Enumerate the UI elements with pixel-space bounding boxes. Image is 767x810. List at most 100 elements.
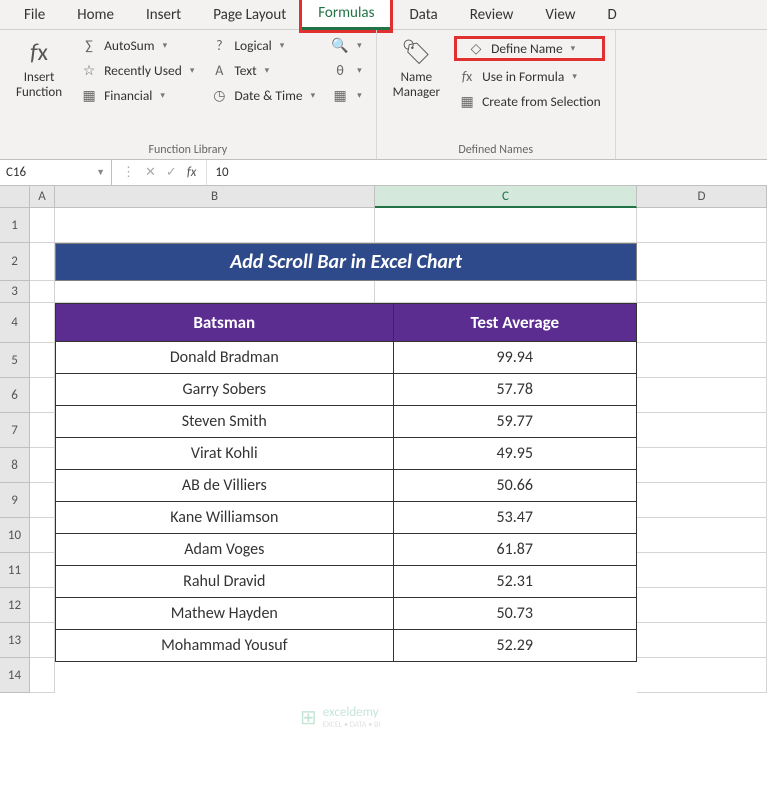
tab-page-layout[interactable]: Page Layout <box>197 1 302 29</box>
insert-function-label: Insert Function <box>16 71 62 101</box>
tab-file[interactable]: File <box>8 1 61 29</box>
cell[interactable] <box>30 413 55 448</box>
tab-view[interactable]: View <box>529 1 591 29</box>
cell[interactable] <box>30 281 55 303</box>
name-box[interactable]: C16 ▼ <box>0 160 112 185</box>
text-button[interactable]: AText▾ <box>206 61 319 80</box>
recently-used-button[interactable]: ☆Recently Used▾ <box>76 61 198 80</box>
cell[interactable] <box>375 281 637 303</box>
create-from-selection-button[interactable]: ▦Create from Selection <box>454 92 605 111</box>
define-name-button[interactable]: ◇Define Name▾ <box>463 39 596 58</box>
math-button[interactable]: θ▾ <box>327 61 366 80</box>
cell[interactable] <box>30 448 55 483</box>
more-functions-button[interactable]: ▦▾ <box>327 86 366 105</box>
table-row[interactable]: Garry Sobers57.78 <box>56 374 637 406</box>
table-row[interactable]: Donald Bradman99.94 <box>56 342 637 374</box>
col-header-a[interactable]: A <box>30 186 55 208</box>
table-row[interactable]: Steven Smith59.77 <box>56 406 637 438</box>
row-header[interactable]: 2 <box>0 243 30 281</box>
cell[interactable] <box>637 588 767 623</box>
cell[interactable] <box>375 208 637 243</box>
table-row[interactable]: Mathew Hayden50.73 <box>56 598 637 630</box>
tab-insert[interactable]: Insert <box>130 1 197 29</box>
col-batsman[interactable]: Batsman <box>56 304 394 342</box>
table-row[interactable]: AB de Villiers50.66 <box>56 470 637 502</box>
cell[interactable] <box>55 281 375 303</box>
cell[interactable] <box>637 518 767 553</box>
cell[interactable] <box>30 658 55 693</box>
col-test-average[interactable]: Test Average <box>393 304 636 342</box>
use-in-formula-button[interactable]: fxUse in Formula▾ <box>454 67 605 86</box>
row-header[interactable]: 5 <box>0 343 30 378</box>
autosum-button[interactable]: ∑AutoSum▾ <box>76 36 198 55</box>
chevron-down-icon: ▾ <box>357 40 362 51</box>
row-header[interactable]: 6 <box>0 378 30 413</box>
row-header[interactable]: 9 <box>0 483 30 518</box>
logical-button[interactable]: ?Logical▾ <box>206 36 319 55</box>
cell[interactable] <box>637 553 767 588</box>
tab-data[interactable]: Data <box>393 1 453 29</box>
row-header[interactable]: 3 <box>0 281 30 303</box>
col-header-d[interactable]: D <box>637 186 767 208</box>
row-header[interactable]: 12 <box>0 588 30 623</box>
row-header[interactable]: 13 <box>0 623 30 658</box>
col-header-b[interactable]: B <box>55 186 375 208</box>
col-header-c[interactable]: C <box>375 186 637 208</box>
tab-review[interactable]: Review <box>454 1 530 29</box>
accept-icon[interactable]: ✓ <box>166 165 177 180</box>
worksheet-grid[interactable]: A B C D 1 2 Add Scroll Bar in Excel Char… <box>0 186 767 693</box>
cell[interactable] <box>637 378 767 413</box>
cell[interactable] <box>637 208 767 243</box>
tab-d[interactable]: D <box>591 1 632 29</box>
cell[interactable] <box>637 448 767 483</box>
cell[interactable] <box>30 553 55 588</box>
cell[interactable] <box>637 303 767 343</box>
row-header[interactable]: 4 <box>0 303 30 343</box>
row-header[interactable]: 7 <box>0 413 30 448</box>
cell[interactable] <box>30 208 55 243</box>
date-time-button[interactable]: ◷Date & Time▾ <box>206 86 319 105</box>
insert-function-button[interactable]: fx Insert Function <box>10 36 68 103</box>
cell[interactable] <box>637 623 767 658</box>
name-box-value: C16 <box>6 165 26 180</box>
row-header[interactable]: 11 <box>0 553 30 588</box>
cell[interactable] <box>30 483 55 518</box>
row-header[interactable]: 10 <box>0 518 30 553</box>
cell[interactable] <box>55 208 375 243</box>
tab-home[interactable]: Home <box>61 1 130 29</box>
table-row[interactable]: Mohammad Yousuf52.29 <box>56 630 637 662</box>
cell-name: AB de Villiers <box>56 470 394 502</box>
cancel-icon[interactable]: ✕ <box>145 165 156 180</box>
cell[interactable] <box>30 623 55 658</box>
table-row[interactable]: Virat Kohli49.95 <box>56 438 637 470</box>
select-all-corner[interactable] <box>0 186 30 208</box>
cell[interactable] <box>30 588 55 623</box>
row-header[interactable]: 1 <box>0 208 30 243</box>
dots-icon: ⋮ <box>122 165 135 180</box>
cell[interactable] <box>637 483 767 518</box>
cell[interactable] <box>637 243 767 281</box>
fx-icon[interactable]: fx <box>187 165 197 180</box>
table-row[interactable]: Rahul Dravid52.31 <box>56 566 637 598</box>
financial-button[interactable]: ▦Financial▾ <box>76 86 198 105</box>
cell[interactable] <box>30 243 55 281</box>
cell[interactable] <box>637 281 767 303</box>
formula-input[interactable]: 10 <box>206 160 767 185</box>
cell[interactable] <box>30 378 55 413</box>
table-row[interactable]: Adam Voges61.87 <box>56 534 637 566</box>
row-header[interactable]: 14 <box>0 658 30 693</box>
lookup-button[interactable]: 🔍▾ <box>327 36 366 55</box>
cell[interactable] <box>30 303 55 343</box>
name-manager-button[interactable]: 🏷 Name Manager <box>387 36 446 103</box>
chevron-down-icon: ▾ <box>571 43 576 54</box>
cell[interactable] <box>637 413 767 448</box>
cell[interactable] <box>637 658 767 693</box>
cell[interactable] <box>637 343 767 378</box>
table-row[interactable]: Kane Williamson53.47 <box>56 502 637 534</box>
cell[interactable] <box>30 518 55 553</box>
row-header[interactable]: 8 <box>0 448 30 483</box>
chevron-down-icon[interactable]: ▼ <box>96 167 105 178</box>
cell[interactable] <box>30 343 55 378</box>
watermark-sub: EXCEL • DATA • BI <box>323 720 381 730</box>
tab-formulas[interactable]: Formulas <box>302 0 390 30</box>
